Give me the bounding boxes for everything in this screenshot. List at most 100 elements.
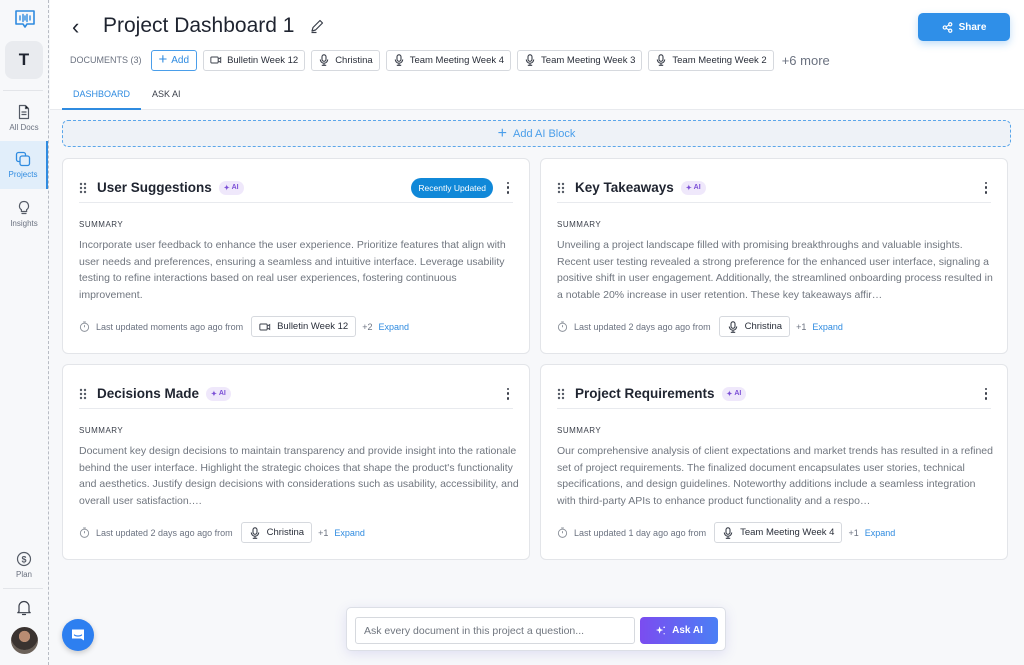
recently-updated-badge: Recently Updated bbox=[411, 177, 493, 198]
page-header: ‹ Project Dashboard 1 Share DOCUMENTS (3… bbox=[50, 0, 1024, 110]
more-documents-link[interactable]: +6 more bbox=[782, 53, 830, 68]
expand-link[interactable]: Expand bbox=[378, 322, 409, 332]
plus-icon: + bbox=[497, 124, 507, 142]
microphone-icon bbox=[657, 54, 666, 66]
card-footer: Last updated 2 days ago ago from Christi… bbox=[79, 522, 365, 543]
more-options-icon[interactable] bbox=[503, 387, 513, 401]
document-chip-label: Bulletin Week 12 bbox=[227, 54, 299, 66]
document-chip[interactable]: Team Meeting Week 4 bbox=[385, 49, 512, 71]
sparkle-icon: ✦ bbox=[726, 390, 735, 398]
ai-badge: ✦ AI bbox=[206, 386, 231, 401]
source-document-chip[interactable]: Christina bbox=[240, 522, 313, 543]
document-chip-label: Team Meeting Week 4 bbox=[409, 54, 505, 66]
ask-ai-label: Ask AI bbox=[672, 625, 703, 636]
sidebar-item-plan[interactable]: $ Plan bbox=[0, 541, 48, 589]
user-avatar[interactable] bbox=[11, 627, 38, 654]
ai-block-card: Decisions Made ✦ AI SUMMARY Document key… bbox=[62, 364, 530, 560]
sparkle-icon bbox=[656, 626, 666, 635]
chat-icon bbox=[72, 629, 84, 641]
documents-bar: DOCUMENTS (3) + Add Bulletin Week 12 Chr… bbox=[70, 49, 830, 71]
card-header: Project Requirements ✦ AI bbox=[557, 379, 991, 409]
expand-link[interactable]: Expand bbox=[865, 528, 896, 538]
ai-badge: ✦ AI bbox=[721, 386, 747, 401]
sidebar: T All Docs Projects Insights $ Plan bbox=[0, 0, 49, 665]
card-header: User Suggestions ✦ AI Recently Updated bbox=[79, 173, 513, 203]
bell-icon[interactable] bbox=[16, 599, 32, 616]
sidebar-item-insights[interactable]: Insights bbox=[0, 190, 48, 238]
more-options-icon[interactable] bbox=[981, 387, 991, 401]
workspace-switcher[interactable]: T bbox=[5, 41, 43, 79]
sidebar-item-all-docs[interactable]: All Docs bbox=[0, 94, 48, 142]
workspace-initial: T bbox=[18, 50, 30, 69]
app-logo-icon[interactable] bbox=[14, 10, 36, 30]
sidebar-divider bbox=[3, 588, 43, 589]
expand-link[interactable]: Expand bbox=[334, 528, 365, 538]
card-title: Decisions Made bbox=[97, 386, 200, 401]
svg-text:$: $ bbox=[21, 554, 26, 564]
microphone-icon bbox=[525, 54, 535, 66]
chat-support-button[interactable] bbox=[62, 619, 94, 651]
drag-handle-icon[interactable] bbox=[557, 182, 565, 194]
document-chip[interactable]: Team Meeting Week 2 bbox=[648, 49, 774, 71]
document-chip-label: Christina bbox=[335, 54, 373, 66]
card-title: Key Takeaways bbox=[575, 180, 674, 195]
source-document-label: Christina bbox=[266, 527, 305, 538]
tab-ask-ai[interactable]: ASK AI bbox=[141, 82, 192, 110]
expand-link[interactable]: Expand bbox=[812, 322, 843, 332]
timer-icon bbox=[557, 527, 568, 538]
ask-question-input[interactable] bbox=[355, 617, 635, 644]
ai-block-card: Project Requirements ✦ AI SUMMARY Our co… bbox=[540, 364, 1008, 560]
card-footer: Last updated moments ago ago from Bullet… bbox=[79, 316, 409, 337]
timer-icon bbox=[79, 321, 90, 332]
summary-label: SUMMARY bbox=[557, 220, 602, 229]
sparkle-icon: ✦ bbox=[223, 184, 232, 192]
document-chip[interactable]: Christina bbox=[311, 49, 380, 71]
sidebar-item-projects[interactable]: Projects bbox=[0, 141, 48, 189]
source-document-label: Christina bbox=[744, 321, 783, 332]
summary-label: SUMMARY bbox=[557, 426, 602, 435]
source-document-chip[interactable]: Bulletin Week 12 bbox=[251, 316, 357, 337]
share-button[interactable]: Share bbox=[918, 13, 1010, 41]
add-ai-block-button[interactable]: + Add AI Block bbox=[62, 120, 1011, 147]
source-document-chip[interactable]: Christina bbox=[718, 316, 791, 337]
sidebar-item-label: Insights bbox=[10, 219, 38, 228]
drag-handle-icon[interactable] bbox=[557, 388, 565, 400]
sidebar-item-label: Plan bbox=[15, 570, 32, 579]
drag-handle-icon[interactable] bbox=[79, 182, 87, 194]
extra-sources-count: +1 bbox=[796, 321, 807, 332]
video-icon bbox=[259, 323, 271, 330]
summary-text: Our comprehensive analysis of client exp… bbox=[557, 445, 993, 507]
ai-badge-label: AI bbox=[231, 184, 239, 191]
back-chevron-icon[interactable]: ‹ bbox=[72, 14, 79, 40]
main-content: ‹ Project Dashboard 1 Share DOCUMENTS (3… bbox=[50, 0, 1024, 665]
source-document-label: Bulletin Week 12 bbox=[277, 321, 349, 332]
tab-dashboard[interactable]: DASHBOARD bbox=[62, 82, 142, 110]
ask-ai-button[interactable]: Ask AI bbox=[640, 617, 718, 644]
extra-sources-count: +1 bbox=[318, 527, 329, 538]
card-header: Key Takeaways ✦ AI bbox=[557, 173, 991, 203]
more-options-icon[interactable] bbox=[503, 181, 513, 195]
document-icon bbox=[18, 104, 30, 120]
ai-badge: ✦ AI bbox=[218, 180, 244, 195]
documents-count-label: DOCUMENTS (3) bbox=[70, 55, 142, 65]
share-icon bbox=[942, 21, 952, 33]
sparkle-icon: ✦ bbox=[685, 184, 694, 192]
microphone-icon bbox=[394, 54, 403, 66]
summary-text: Unveiling a project landscape filled wit… bbox=[557, 239, 993, 301]
add-document-button[interactable]: + Add bbox=[150, 49, 198, 71]
source-document-chip[interactable]: Team Meeting Week 4 bbox=[714, 522, 843, 543]
more-options-icon[interactable] bbox=[981, 181, 991, 195]
ask-ai-bar: Ask AI bbox=[346, 607, 726, 651]
last-updated-text: Last updated 2 days ago ago from bbox=[574, 321, 711, 332]
sidebar-item-label: Projects bbox=[8, 170, 38, 179]
extra-sources-count: +2 bbox=[362, 321, 373, 332]
lightbulb-icon bbox=[18, 200, 30, 215]
ai-badge: ✦ AI bbox=[680, 180, 706, 195]
drag-handle-icon[interactable] bbox=[79, 388, 87, 400]
document-chip[interactable]: Bulletin Week 12 bbox=[203, 49, 306, 71]
edit-pencil-icon[interactable] bbox=[309, 18, 325, 34]
extra-sources-count: +1 bbox=[848, 527, 859, 538]
ai-badge-label: AI bbox=[693, 184, 701, 191]
source-document-label: Team Meeting Week 4 bbox=[740, 527, 835, 538]
document-chip[interactable]: Team Meeting Week 3 bbox=[517, 49, 643, 71]
